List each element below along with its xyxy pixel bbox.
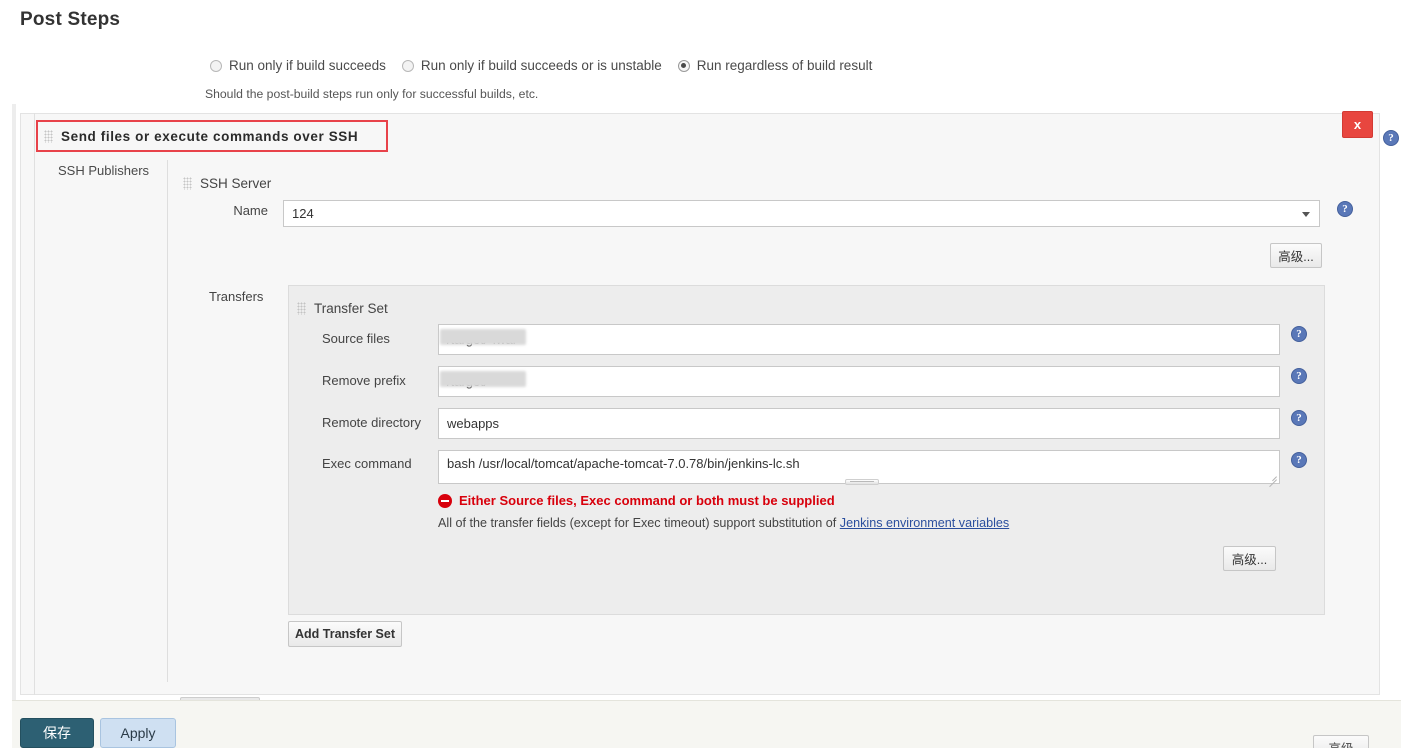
remote-directory-label: Remote directory bbox=[322, 415, 421, 430]
ssh-section-title: Send files or execute commands over SSH bbox=[61, 128, 359, 144]
remove-prefix-input[interactable] bbox=[438, 366, 1280, 397]
ssh-publishers-label: SSH Publishers bbox=[58, 163, 150, 178]
exec-command-label: Exec command bbox=[322, 456, 412, 471]
redacted-remove-prefix bbox=[440, 371, 526, 387]
jenkins-env-vars-link[interactable]: Jenkins environment variables bbox=[840, 516, 1009, 530]
footer-advanced-button[interactable]: 高级 bbox=[1313, 735, 1369, 748]
ssh-section-header[interactable]: Send files or execute commands over SSH bbox=[36, 120, 388, 152]
error-icon bbox=[438, 493, 452, 508]
ssh-server-advanced-button[interactable]: 高级... bbox=[1270, 243, 1322, 268]
chevron-down-icon[interactable] bbox=[1302, 211, 1310, 217]
help-icon-ssh-server-name[interactable]: ? bbox=[1337, 201, 1353, 217]
exec-command-label-row: Exec command bbox=[322, 456, 412, 471]
transfer-advanced-button[interactable]: 高级... bbox=[1223, 546, 1276, 571]
drag-handle-icon[interactable] bbox=[183, 177, 192, 190]
radio-label: Run only if build succeeds bbox=[229, 58, 386, 73]
jenkins-post-steps-page: Post Steps Run only if build succeeds Ru… bbox=[0, 0, 1401, 748]
help-icon-exec-command[interactable]: ? bbox=[1291, 452, 1307, 468]
ssh-server-heading-label: SSH Server bbox=[200, 176, 272, 191]
radio-label: Run only if build succeeds or is unstabl… bbox=[420, 58, 662, 73]
help-icon-ssh-block[interactable]: ? bbox=[1383, 130, 1399, 146]
transfer-set-heading-label: Transfer Set bbox=[314, 301, 388, 316]
apply-button[interactable]: Apply bbox=[100, 718, 176, 748]
remote-directory-label-row: Remote directory bbox=[322, 415, 421, 430]
transfer-note-prefix: All of the transfer fields (except for E… bbox=[438, 516, 840, 530]
drag-handle-icon[interactable] bbox=[297, 302, 306, 315]
radio-option-run-if-succeeds-or-unstable[interactable]: Run only if build succeeds or is unstabl… bbox=[401, 58, 662, 73]
footer-bar bbox=[12, 700, 1401, 748]
add-transfer-set-button[interactable]: Add Transfer Set bbox=[288, 621, 402, 647]
post-steps-help-text: Should the post-build steps run only for… bbox=[205, 87, 539, 101]
radio-option-run-regardless[interactable]: Run regardless of build result bbox=[677, 58, 873, 73]
ssh-server-heading: SSH Server bbox=[183, 176, 271, 191]
transfers-label-row: Transfers bbox=[209, 289, 263, 304]
drag-handle-icon[interactable] bbox=[44, 129, 53, 143]
transfers-label: Transfers bbox=[209, 289, 264, 304]
help-icon-remote-directory[interactable]: ? bbox=[1291, 410, 1307, 426]
block-inner-divider bbox=[34, 113, 35, 695]
remove-prefix-label-row: Remove prefix bbox=[322, 373, 406, 388]
textarea-drag-bar[interactable] bbox=[845, 479, 879, 485]
transfer-note: All of the transfer fields (except for E… bbox=[438, 516, 1009, 530]
transfer-set-heading: Transfer Set bbox=[297, 301, 388, 316]
source-files-label-row: Source files bbox=[322, 331, 390, 346]
delete-ssh-block-button[interactable]: x bbox=[1342, 111, 1373, 138]
validation-error: Either Source files, Exec command or bot… bbox=[438, 493, 835, 508]
page-title: Post Steps bbox=[20, 9, 121, 30]
help-icon-source-files[interactable]: ? bbox=[1291, 326, 1307, 342]
left-rail bbox=[12, 104, 16, 700]
remote-directory-input[interactable] bbox=[438, 408, 1280, 439]
publishers-divider bbox=[167, 160, 168, 682]
radio-label: Run regardless of build result bbox=[696, 58, 873, 73]
textarea-resize-handle[interactable] bbox=[1266, 470, 1278, 488]
build-result-radio-group: Run only if build succeeds Run only if b… bbox=[210, 58, 888, 73]
validation-error-text: Either Source files, Exec command or bot… bbox=[459, 493, 835, 508]
save-button[interactable]: 保存 bbox=[20, 718, 94, 748]
source-files-input[interactable] bbox=[438, 324, 1280, 355]
ssh-server-name-row: Name bbox=[208, 203, 268, 218]
ssh-server-name-select[interactable]: 124 bbox=[283, 200, 1320, 227]
ssh-server-name-label: Name bbox=[233, 203, 268, 218]
radio-option-run-if-succeeds[interactable]: Run only if build succeeds bbox=[210, 58, 386, 73]
ssh-server-name-value: 124 bbox=[292, 206, 314, 221]
remove-prefix-label: Remove prefix bbox=[322, 373, 406, 388]
radio-icon[interactable] bbox=[210, 59, 222, 72]
radio-icon[interactable] bbox=[401, 59, 414, 72]
help-icon-remove-prefix[interactable]: ? bbox=[1291, 368, 1307, 384]
redacted-source-files-prefix bbox=[440, 329, 526, 345]
source-files-label: Source files bbox=[322, 331, 390, 346]
radio-icon-selected[interactable] bbox=[677, 59, 690, 72]
